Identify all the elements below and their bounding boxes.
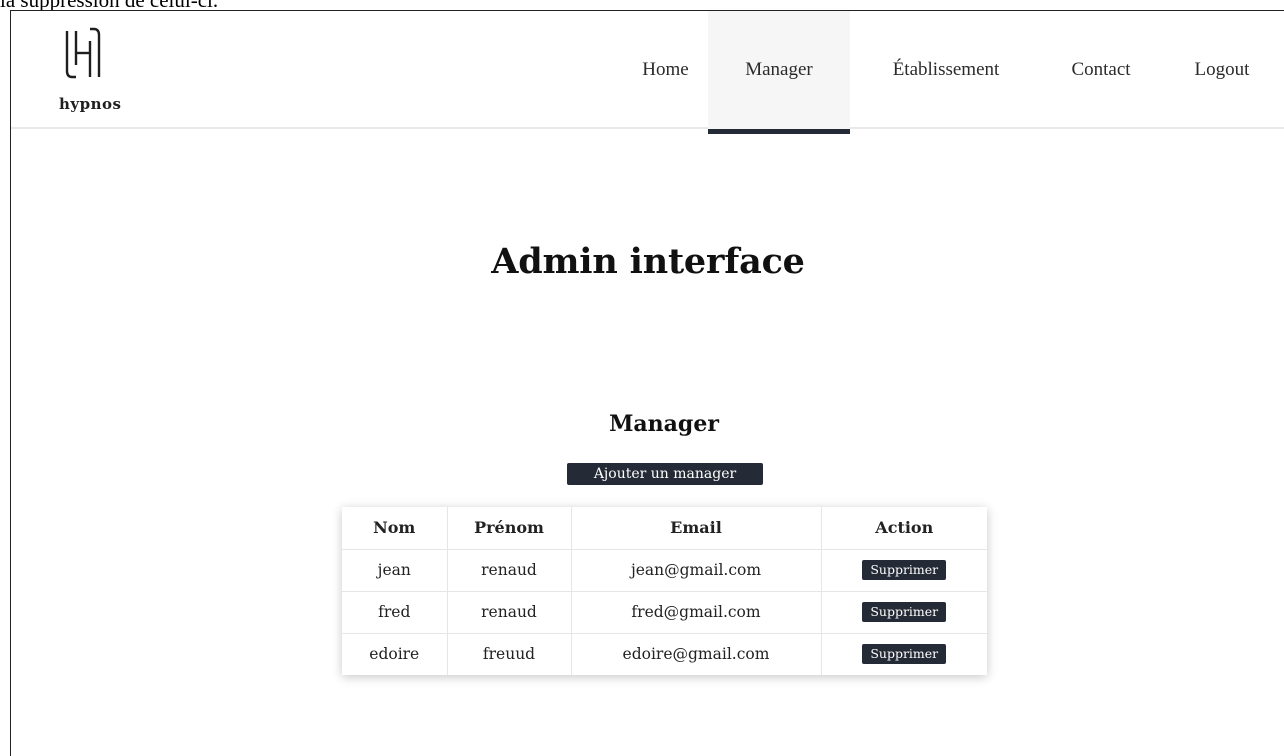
cell-email: fred@gmail.com [570,591,821,634]
nav-item-manager[interactable]: Manager [708,11,850,134]
managers-table-card: Nom Prénom Email Action jean renaud jean… [342,507,987,675]
delete-button[interactable]: Supprimer [862,602,947,622]
cell-nom: fred [342,591,447,634]
delete-button[interactable]: Supprimer [862,560,947,580]
nav-item-etablissement[interactable]: Établissement [850,11,1042,129]
brand-name: hypnos [59,95,122,113]
table-row: jean renaud jean@gmail.com Supprimer [342,549,987,592]
h-logo-icon [65,27,101,79]
column-header-email: Email [570,507,821,550]
delete-button[interactable]: Supprimer [862,644,947,665]
document-caption: la suppression de celui-ci. [0,0,1284,10]
nav-item-home[interactable]: Home [623,11,708,129]
table-header-row: Nom Prénom Email Action [342,507,987,550]
column-header-prenom: Prénom [446,507,571,550]
cell-nom: jean [342,549,447,592]
page-title: Admin interface [491,241,805,282]
cell-prenom: freuud [446,633,571,675]
column-header-action: Action [820,507,987,550]
nav-item-logout[interactable]: Logout [1160,11,1284,129]
cell-action: Supprimer [820,633,987,675]
app-window: hypnos Home Manager Établissement Contac… [10,10,1284,756]
cell-prenom: renaud [446,591,571,634]
table-row: edoire freuud edoire@gmail.com Supprimer [342,633,987,675]
cell-email: jean@gmail.com [570,549,821,592]
cell-action: Supprimer [820,549,987,592]
cell-prenom: renaud [446,549,571,592]
section-title: Manager [609,411,719,437]
table-row: fred renaud fred@gmail.com Supprimer [342,591,987,634]
column-header-nom: Nom [342,507,447,550]
cell-nom: edoire [369,645,420,664]
site-header: hypnos Home Manager Établissement Contac… [11,11,1284,134]
main-nav: Home Manager Établissement Contact Logou… [623,11,1284,134]
brand-logo[interactable]: hypnos [53,21,153,121]
managers-table: Nom Prénom Email Action jean renaud jean… [342,507,987,675]
add-manager-button[interactable]: Ajouter un manager [567,463,763,485]
cell-email: edoire@gmail.com [570,633,821,675]
cell-action: Supprimer [820,591,987,634]
nav-item-contact[interactable]: Contact [1042,11,1160,129]
